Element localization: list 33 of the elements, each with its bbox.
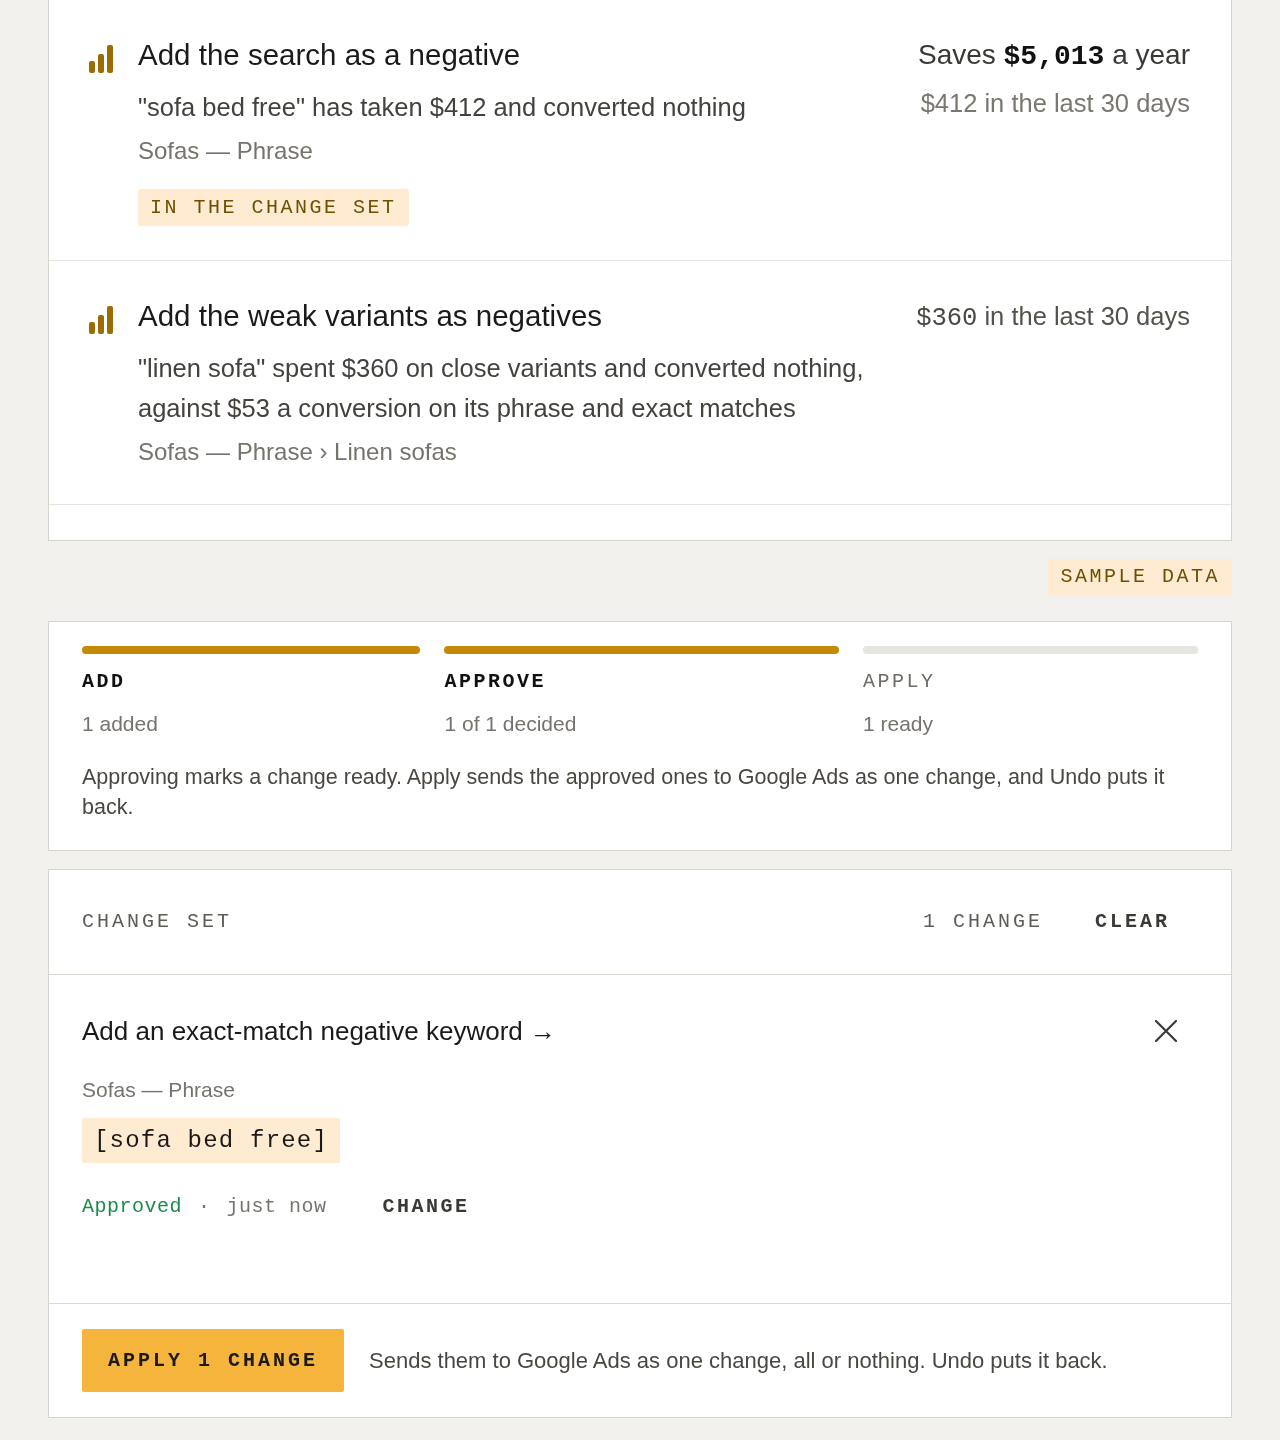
step-detail: 1 of 1 decided: [444, 711, 578, 737]
campaign-path: Sofas — Phrase: [82, 1077, 236, 1103]
apply-note: Sends them to Google Ads as one change, all or nothing. Undo puts it back.: [369, 1346, 1108, 1375]
change-count: 1 CHANGE: [922, 909, 1043, 935]
clear-link[interactable]: CLEAR: [1067, 897, 1198, 947]
step-detail: 1 ready: [862, 711, 934, 737]
status-tag: IN THE CHANGE SET: [138, 189, 409, 226]
finding-description: "linen sofa" spent $360 on close variants and converted nothing, against $53 a conversion on its phrase and exact matches: [138, 353, 865, 424]
timestamp: just now: [226, 1194, 327, 1220]
sample-data-tag: SAMPLE DATA: [1048, 559, 1232, 595]
keyword-chip: [sofa bed free]: [82, 1118, 341, 1163]
campaign-path: Sofas — Phrase › Linen sofas: [138, 437, 458, 467]
close-icon[interactable]: [1155, 1020, 1177, 1042]
step-label: APPLY: [862, 669, 937, 695]
campaign-path: Sofas — Phrase: [138, 136, 314, 166]
spend-amount: $412 in the last 30 days: [919, 88, 1190, 119]
section-title: CHANGE SET: [82, 909, 234, 935]
finding-description: "sofa bed free" has taken $412 and converted nothing: [138, 92, 747, 123]
finding-title: Add the weak variants as negatives: [138, 298, 604, 334]
change-link[interactable]: CHANGE: [382, 1193, 470, 1221]
step-label: ADD: [82, 669, 127, 695]
savings-estimate: Saves $5,013 a year: [917, 38, 1190, 74]
approval-status: Approved: [82, 1194, 182, 1220]
bar-chart-icon: [89, 306, 113, 334]
finding-title: Add the search as a negative: [138, 37, 522, 73]
apply-button[interactable]: APPLY 1 CHANGE: [82, 1329, 345, 1392]
bar-chart-icon: [89, 45, 113, 73]
change-description: Add an exact-match negative keyword →: [82, 1015, 558, 1047]
step-detail: 1 added: [82, 711, 159, 737]
spend-amount: $360 in the last 30 days: [916, 301, 1190, 335]
steps-explanation: Approving marks a change ready. Apply sends the approved ones to Google Ads as one change, and Undo puts it back.: [82, 764, 1166, 821]
separator: ·: [198, 1194, 211, 1220]
step-label: APPROVE: [444, 669, 547, 695]
